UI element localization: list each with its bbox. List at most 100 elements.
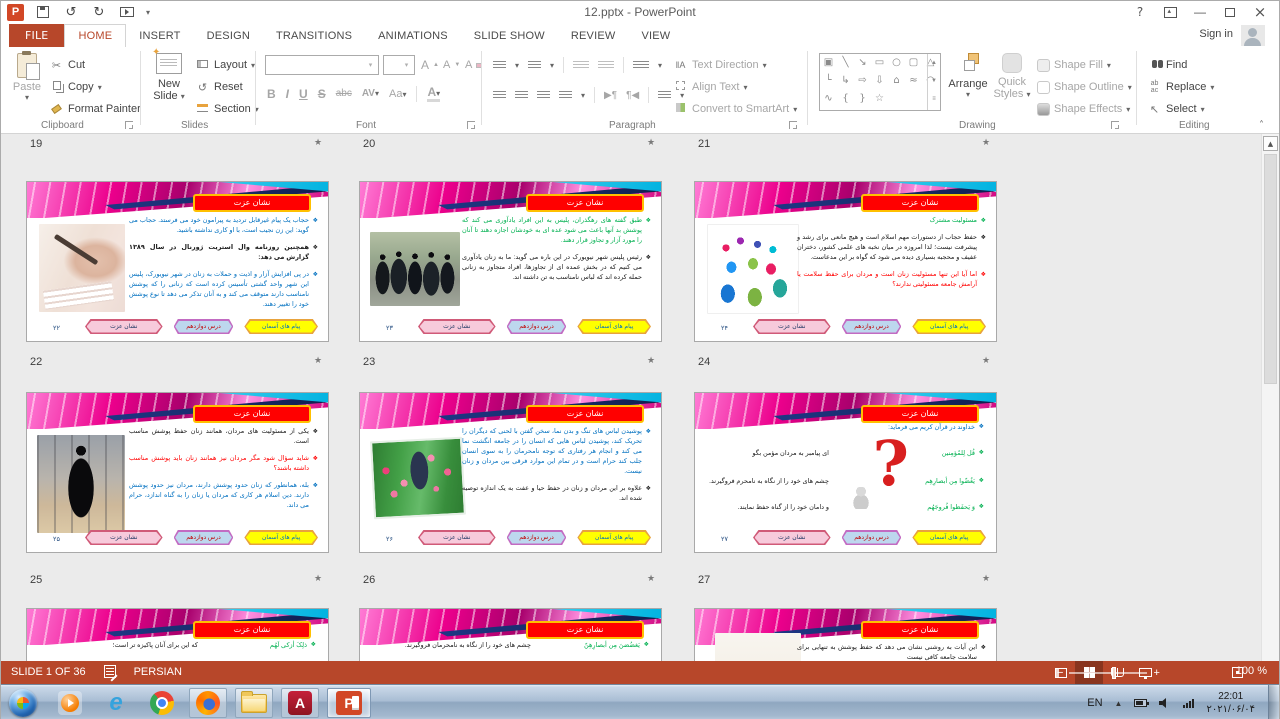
shape-effects-button[interactable]: Shape Effects▾ <box>1037 99 1130 119</box>
start-button[interactable] <box>9 689 37 717</box>
speaker-icon[interactable] <box>1159 698 1171 708</box>
new-slide-button[interactable]: New Slide ▾ <box>147 51 191 103</box>
increase-font-icon[interactable]: A▲ <box>421 55 439 75</box>
shape-icon[interactable]: ∿ <box>820 90 837 108</box>
tab-insert[interactable]: INSERT <box>126 25 193 48</box>
rtl-direction-icon[interactable]: ¶◀ <box>626 90 639 101</box>
decrease-font-icon[interactable]: A▼ <box>443 55 460 75</box>
shape-icon[interactable]: ≈ <box>905 72 922 90</box>
text-direction-button[interactable]: ‖A Text Direction▾ <box>673 55 767 75</box>
ltr-direction-icon[interactable]: ▶¶ <box>604 90 617 101</box>
shape-fill-button[interactable]: Shape Fill▾ <box>1037 55 1111 75</box>
layout-button[interactable]: Layout▾ <box>195 55 255 75</box>
font-dialog-launcher-icon[interactable] <box>467 121 475 129</box>
taskbar-acrobat[interactable]: A <box>281 688 319 718</box>
slide-thumbnail[interactable]: نشان عزت❖پوشیدن لباس های تنگ و بدن نما، … <box>359 392 662 553</box>
shadow-abc-button[interactable]: abc <box>336 88 352 99</box>
line-spacing-icon[interactable] <box>633 61 649 70</box>
shape-outline-button[interactable]: Shape Outline▾ <box>1037 77 1132 97</box>
justify-icon[interactable] <box>559 91 572 100</box>
increase-indent-icon[interactable] <box>598 61 614 70</box>
paragraph-dialog-launcher-icon[interactable] <box>789 121 797 129</box>
underline-button[interactable]: U <box>299 87 308 101</box>
columns-icon[interactable] <box>658 91 671 100</box>
zoom-slider[interactable] <box>1069 672 1147 674</box>
shape-icon[interactable]: { <box>837 90 854 108</box>
minimize-icon[interactable]: — <box>1185 1 1215 23</box>
language-indicator[interactable]: EN <box>1087 697 1102 709</box>
shape-icon[interactable]: ▣ <box>820 54 837 72</box>
copy-button[interactable]: Copy ▾ <box>49 77 102 97</box>
slide-nav-button-pink[interactable]: نشان عزت <box>418 530 496 545</box>
shape-icon[interactable]: ⇩ <box>871 72 888 90</box>
tab-review[interactable]: REVIEW <box>558 25 629 48</box>
font-size-combo[interactable]: ▾ <box>383 55 415 75</box>
arrange-button[interactable]: Arrange ▾ <box>947 51 989 99</box>
slide-nav-button-yellow[interactable]: پیام های آسمان <box>912 319 986 334</box>
shape-icon[interactable]: ⇨ <box>854 72 871 90</box>
slide-nav-button-pink[interactable]: نشان عزت <box>753 319 831 334</box>
slide-nav-button-blue[interactable]: درس دوازدهم <box>842 530 902 545</box>
quick-styles-button[interactable]: Quick Styles ▾ <box>991 51 1033 101</box>
slide-thumbnail[interactable]: نشان عزت❖این آیات به روشنی نشان می دهد ک… <box>694 608 997 661</box>
shapes-gallery[interactable]: ▣╲↘▭○▢△└↳⇨⇩⌂≈◠∿{}☆ ▲▼≡ <box>819 53 941 111</box>
shape-icon[interactable]: ↳ <box>837 72 854 90</box>
character-spacing-button[interactable]: AV▾ <box>362 88 379 99</box>
slide-nav-button-pink[interactable]: نشان عزت <box>753 530 831 545</box>
proofing-icon[interactable] <box>104 665 116 678</box>
strikethrough-button[interactable]: S <box>318 87 326 101</box>
tab-animations[interactable]: ANIMATIONS <box>365 25 461 48</box>
ribbon-display-options-icon[interactable] <box>1155 1 1185 23</box>
tab-view[interactable]: VIEW <box>628 25 683 48</box>
drawing-dialog-launcher-icon[interactable] <box>1111 121 1119 129</box>
network-signal-icon[interactable] <box>1183 698 1194 708</box>
shape-icon[interactable]: ╲ <box>837 54 854 72</box>
language-status[interactable]: PERSIAN <box>134 666 182 678</box>
taskbar-clock[interactable]: 22:01 ۲۰۲۱/۰۶/۰۴ <box>1206 690 1255 717</box>
slide-nav-button-blue[interactable]: درس دوازدهم <box>174 530 234 545</box>
slide-nav-button-blue[interactable]: درس دوازدهم <box>507 530 567 545</box>
slide-nav-button-pink[interactable]: نشان عزت <box>418 319 496 334</box>
slide-thumbnail[interactable]: نشان عزت❖طبق گفته های رهگذران، پلیس به ا… <box>359 181 662 342</box>
show-desktop-button[interactable] <box>1268 685 1279 719</box>
slide-thumbnail[interactable]: نشان عزت❖خداوند در قرآن کریم می فرماید:❖… <box>694 392 997 553</box>
slide-nav-button-yellow[interactable]: پیام های آسمان <box>244 319 318 334</box>
slide-thumbnail[interactable]: نشان عزت❖یکی از مسئولیت های مردان، همانن… <box>26 392 329 553</box>
replace-button[interactable]: abac Replace▾ <box>1147 77 1214 97</box>
taskbar-firefox[interactable] <box>189 688 227 718</box>
slide-nav-button-yellow[interactable]: پیام های آسمان <box>577 319 651 334</box>
shape-icon[interactable]: ☆ <box>871 90 888 108</box>
scroll-up-icon[interactable]: ▲ <box>1263 136 1278 151</box>
shape-icon[interactable]: } <box>854 90 871 108</box>
bullets-icon[interactable] <box>493 61 506 70</box>
taskbar-media-player[interactable] <box>51 688 89 718</box>
slide-thumbnail[interactable]: نشان عزت❖یَغضُضنَ مِن أبصارِهِنّچشم های … <box>359 608 662 661</box>
numbering-icon[interactable] <box>528 61 541 70</box>
tab-design[interactable]: DESIGN <box>194 25 263 48</box>
close-icon[interactable]: × <box>1245 1 1275 23</box>
convert-smartart-button[interactable]: Convert to SmartArt▾ <box>673 99 797 119</box>
clear-formatting-icon[interactable]: A <box>465 55 482 75</box>
zoom-out-icon[interactable]: − <box>1057 667 1063 679</box>
tab-transitions[interactable]: TRANSITIONS <box>263 25 365 48</box>
select-button[interactable]: ↖ Select▾ <box>1147 99 1205 119</box>
clipboard-dialog-launcher-icon[interactable] <box>125 121 133 129</box>
tab-file[interactable]: FILE <box>9 24 64 47</box>
change-case-button[interactable]: Aa▾ <box>389 88 406 100</box>
find-button[interactable]: Find <box>1147 55 1187 75</box>
reset-button[interactable]: ↺ Reset <box>195 77 243 97</box>
restore-icon[interactable] <box>1215 1 1245 23</box>
align-text-button[interactable]: Align Text▾ <box>673 77 748 97</box>
slide-thumbnail[interactable]: نشان عزت❖حجاب یک پیام غیرقابل تردید به پ… <box>26 181 329 342</box>
zoom-in-icon[interactable]: + <box>1153 667 1159 679</box>
taskbar-explorer[interactable] <box>235 688 273 718</box>
font-name-combo[interactable]: ▾ <box>265 55 379 75</box>
slide-nav-button-pink[interactable]: نشان عزت <box>85 319 163 334</box>
shape-icon[interactable]: ▢ <box>905 54 922 72</box>
align-right-icon[interactable] <box>537 91 550 100</box>
bold-button[interactable]: B <box>267 87 276 101</box>
slide-nav-button-blue[interactable]: درس دوازدهم <box>507 319 567 334</box>
align-left-icon[interactable] <box>493 91 506 100</box>
section-button[interactable]: Section▾ <box>195 99 259 119</box>
taskbar-powerpoint[interactable]: P <box>327 688 371 718</box>
